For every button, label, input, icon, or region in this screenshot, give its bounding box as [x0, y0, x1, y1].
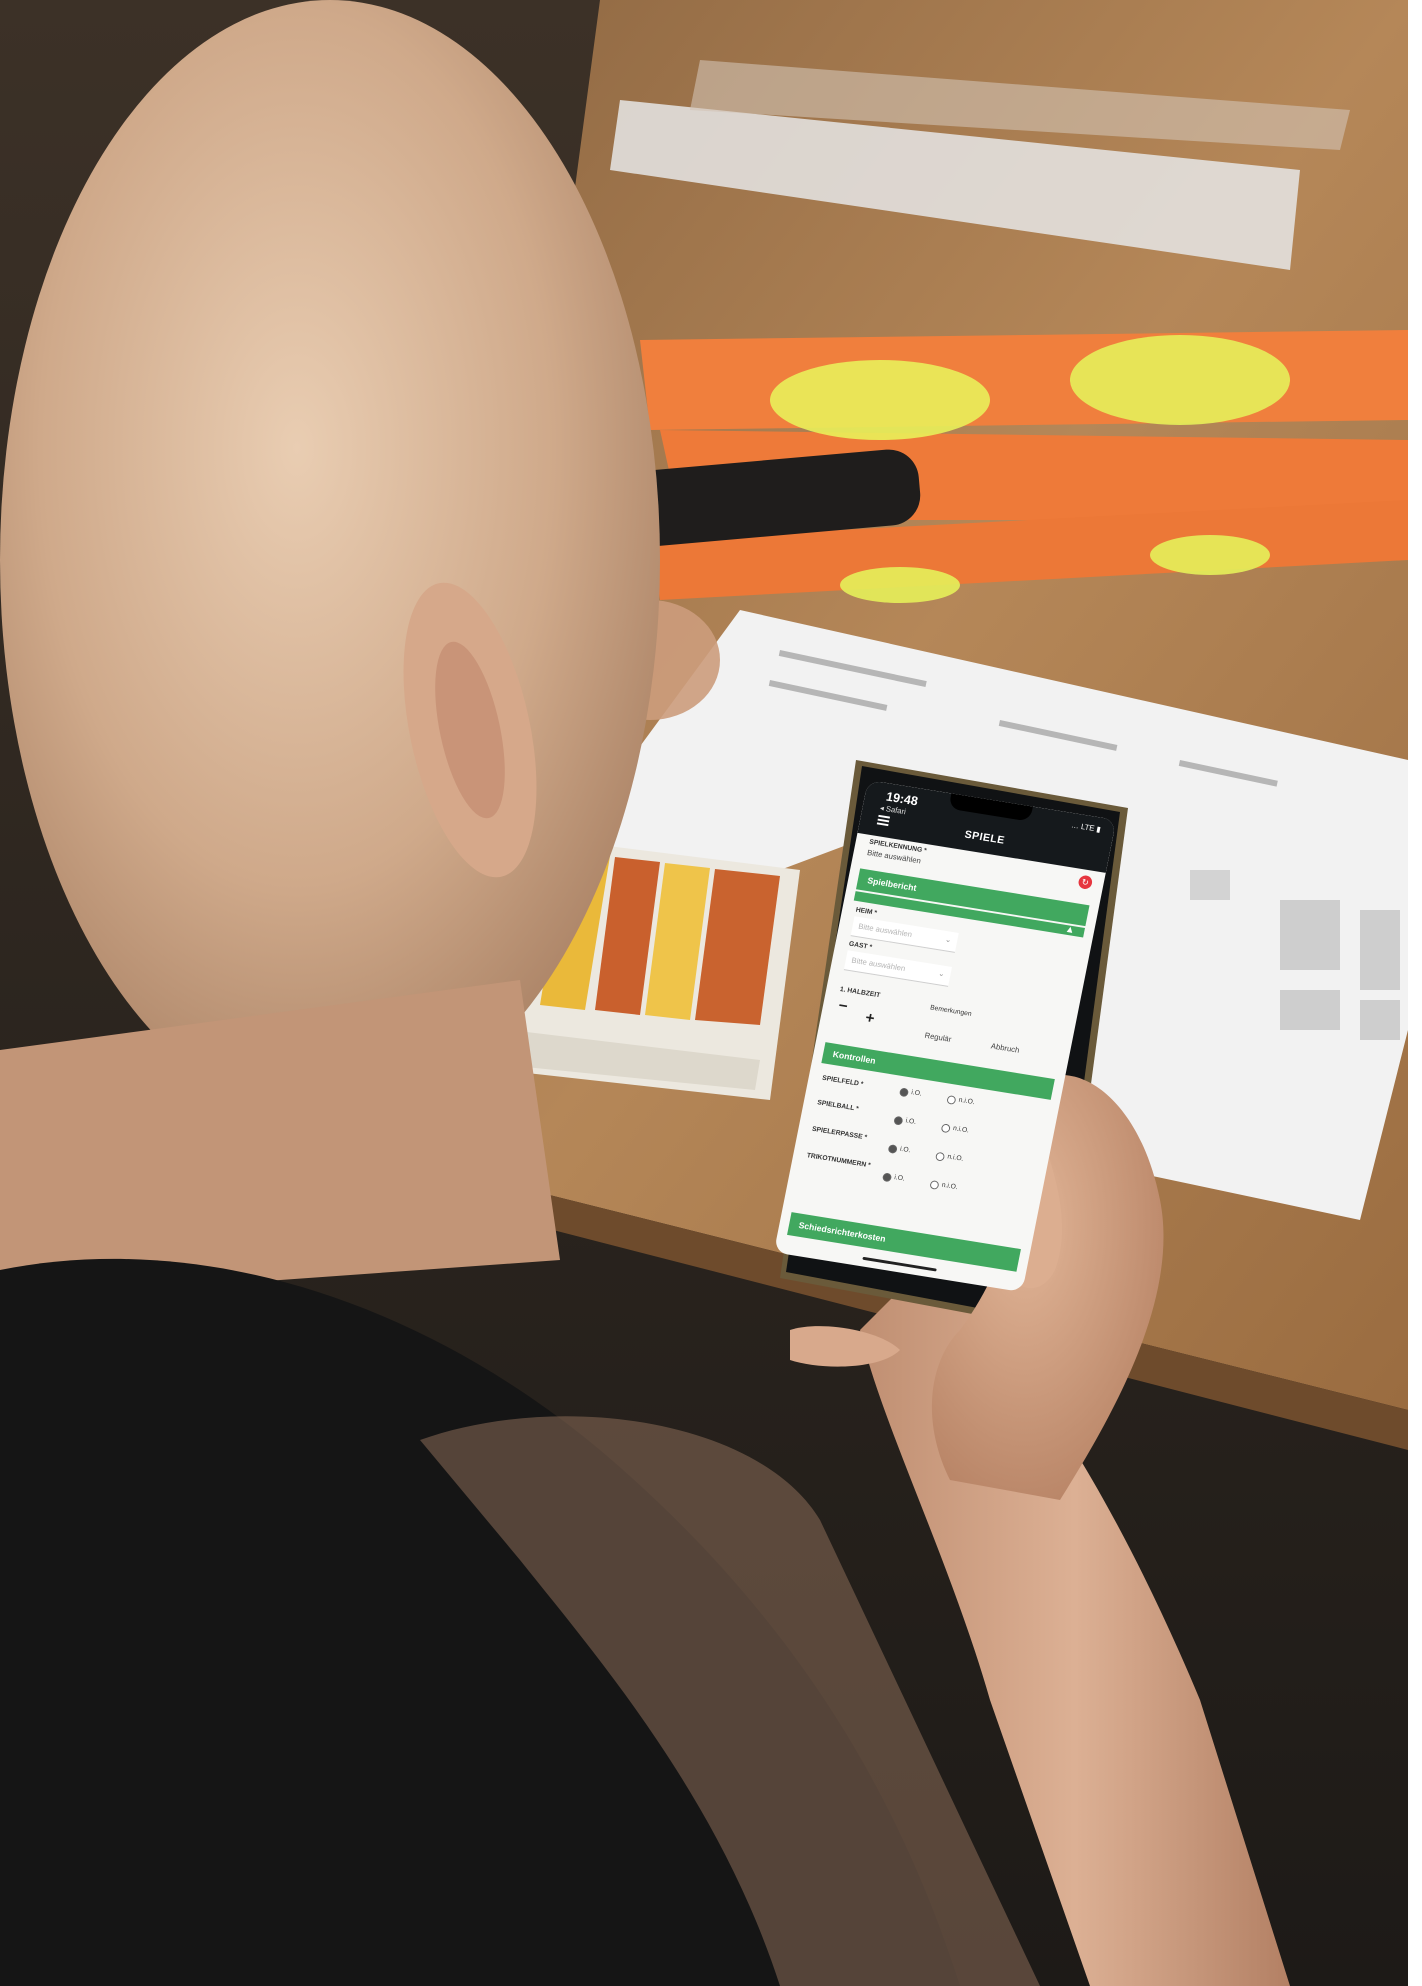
control-radio-no[interactable]: [940, 1123, 951, 1134]
result-regular[interactable]: Regulär: [924, 1031, 952, 1044]
section-kontrollen-title: Kontrollen: [831, 1049, 877, 1066]
control-radio-yes[interactable]: [893, 1115, 904, 1126]
phone: 19:48 ◂ Safari … LTE ▮ SPIELE SPIELKENNU…: [0, 0, 1422, 1986]
guest-select-placeholder: Bitte auswählen: [850, 955, 907, 973]
status-icons: … LTE ▮: [1070, 820, 1102, 834]
form-body: SPIELKENNUNG * Bitte auswählen ↻ Spielbe…: [774, 833, 1106, 1292]
remark-label: Bemerkungen: [929, 1004, 973, 1018]
guest-select[interactable]: Bitte auswählen ⌄: [843, 950, 952, 987]
control-radio-no[interactable]: [946, 1095, 957, 1105]
control-radio-yes-label: i.O.: [904, 1117, 917, 1126]
referee-costs-button-label: Schiedsrichterkosten: [797, 1220, 887, 1244]
control-radio-no-label: n.i.O.: [952, 1125, 970, 1135]
section-kontrollen: Kontrollen: [821, 1042, 1055, 1100]
plus-button[interactable]: +: [864, 1010, 876, 1028]
control-radio-no[interactable]: [934, 1151, 946, 1162]
home-select-placeholder: Bitte auswählen: [857, 921, 913, 939]
phone-screen: 19:48 ◂ Safari … LTE ▮ SPIELE SPIELKENNU…: [773, 780, 1117, 1293]
control-label: SPIELBALL *: [816, 1099, 860, 1113]
guest-label: GAST *: [848, 940, 873, 952]
chevron-down-icon: ⌄: [944, 934, 953, 945]
control-label: TRIKOTNUMMERN *: [806, 1152, 872, 1170]
control-radio-yes-label: i.O.: [899, 1145, 911, 1155]
home-label: HEIM *: [855, 906, 878, 917]
control-radio-yes[interactable]: [887, 1144, 898, 1154]
control-radio-no-label: n.i.O.: [946, 1153, 964, 1163]
control-radio-yes[interactable]: [898, 1087, 910, 1098]
home-indicator: [862, 1256, 937, 1272]
control-label: SPIELERPASSE *: [811, 1125, 868, 1142]
control-radio-yes-label: i.O.: [910, 1089, 923, 1098]
photo-scene: 19:48 ◂ Safari … LTE ▮ SPIELE SPIELKENNU…: [0, 0, 1422, 1986]
halftime-label: 1. HALBZEIT: [839, 986, 881, 1000]
phone-notch: [948, 793, 1033, 822]
result-abort[interactable]: Abbruch: [990, 1042, 1020, 1055]
chevron-up-icon: ▲: [1064, 924, 1076, 936]
chevron-down-icon: ⌄: [937, 968, 946, 979]
minus-button[interactable]: −: [837, 998, 849, 1016]
control-label: SPIELFELD *: [821, 1074, 864, 1089]
refresh-icon[interactable]: ↻: [1077, 874, 1094, 890]
section-spielbericht-title: Spielbericht: [866, 875, 918, 893]
control-radio-yes-label: i.O.: [893, 1174, 906, 1183]
control-radio-yes[interactable]: [881, 1172, 893, 1183]
control-radio-no[interactable]: [929, 1180, 940, 1190]
control-radio-no-label: n.i.O.: [941, 1181, 959, 1192]
control-radio-no-label: n.i.O.: [958, 1096, 976, 1107]
